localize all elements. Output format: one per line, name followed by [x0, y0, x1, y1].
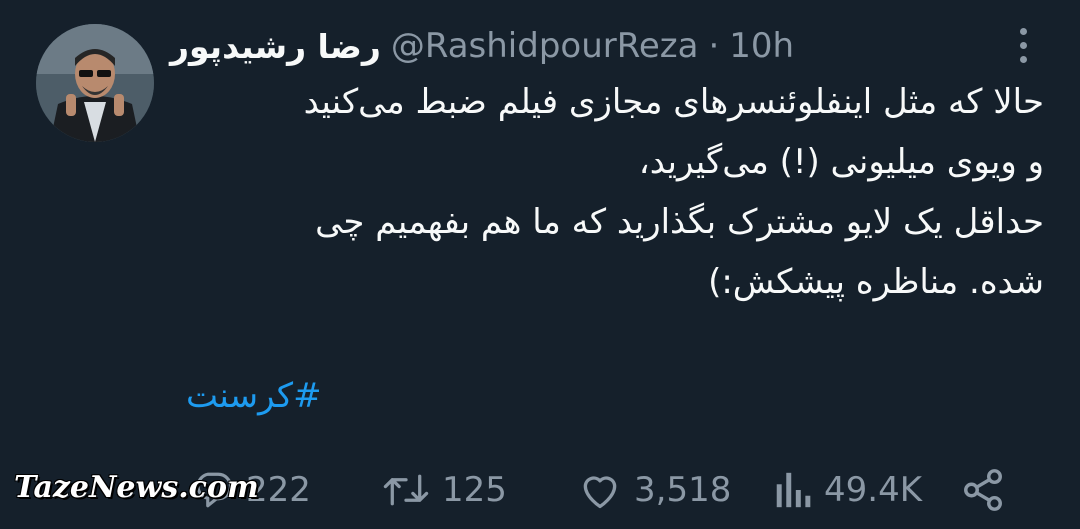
tweet-timestamp[interactable]: 10h — [729, 26, 794, 66]
heart-icon — [583, 476, 617, 509]
tweet-text-line: حداقل یک لایو مشترک بگذارید که ما هم بفه… — [315, 202, 1044, 242]
tweet-text-line: و ویوی میلیونی (!) می‌گیرید، — [638, 142, 1044, 182]
views-count: 49.4K — [824, 470, 922, 510]
author-handle[interactable]: @RashidpourReza — [391, 26, 699, 66]
share-button[interactable] — [960, 458, 1006, 522]
author-avatar[interactable] — [36, 24, 154, 142]
tweet-text: حالا که مثل اینفلوئنسرهای مجازی فیلم ضبط… — [174, 72, 1044, 312]
tweet-text-line: شده. مناظره پیشکش:) — [708, 262, 1044, 302]
like-button[interactable]: 3,518 — [578, 458, 731, 522]
views-chart-icon — [776, 472, 811, 508]
author-display-name[interactable]: رضا رشیدپور — [170, 27, 381, 66]
hashtag-link[interactable]: #کرسنت — [186, 376, 322, 416]
retweet-icon — [383, 474, 429, 506]
retweet-count: 125 — [442, 470, 507, 510]
views-button[interactable]: 49.4K — [772, 458, 922, 522]
share-icon — [964, 469, 1002, 511]
header-separator: · — [708, 26, 720, 66]
tweet: رضا رشیدپور @RashidpourReza · 10h حالا ک… — [0, 0, 1080, 529]
more-options-icon[interactable] — [1010, 24, 1036, 66]
retweet-button[interactable]: 125 — [382, 458, 507, 522]
tweet-text-line: حالا که مثل اینفلوئنسرهای مجازی فیلم ضبط… — [303, 82, 1044, 122]
like-count: 3,518 — [634, 470, 732, 510]
tweet-header: رضا رشیدپور @RashidpourReza · 10h — [170, 22, 905, 70]
watermark-text: TazeNews.com — [14, 470, 259, 505]
